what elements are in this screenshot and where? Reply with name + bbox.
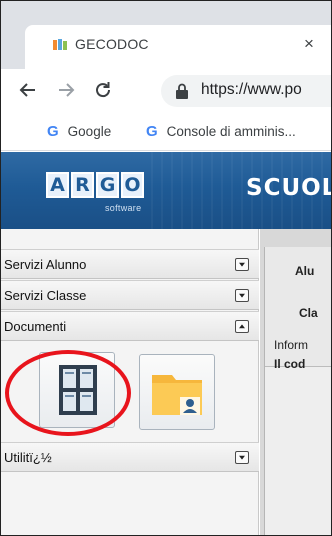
content-card: Alu Cla Inform Il cod	[264, 247, 331, 535]
bookmark-label: Google	[67, 124, 112, 139]
tab-gecodoc[interactable]: GECODOC ×	[25, 25, 331, 69]
site-header: A R G O software SCUOLA	[1, 152, 331, 229]
main-content: Alu Cla Inform Il cod	[260, 229, 331, 535]
browser-window: GECODOC × https://www.po G Google G Cons…	[0, 0, 332, 536]
tab-close-icon[interactable]: ×	[300, 34, 318, 54]
reload-icon	[96, 82, 111, 98]
document-grid-button[interactable]	[39, 352, 115, 428]
address-bar[interactable]: https://www.po	[161, 75, 331, 107]
content-code-text: Il cod	[274, 357, 306, 371]
url-text: https://www.po	[201, 81, 302, 98]
content-label-alunno: Alu	[295, 264, 315, 278]
accordion-label: Utilitï¿½	[4, 450, 52, 465]
logo-letter: R	[71, 172, 94, 198]
google-icon: G	[146, 123, 158, 140]
logo-subtitle: software	[105, 203, 142, 213]
forward-button[interactable]	[53, 77, 79, 103]
user-folder-button[interactable]	[139, 354, 215, 430]
accordion-label: Servizi Alunno	[4, 257, 87, 272]
accordion-servizi-classe[interactable]: Servizi Classe	[1, 280, 259, 310]
accordion-servizi-alunno[interactable]: Servizi Alunno	[1, 249, 259, 279]
arrow-left-icon	[19, 83, 35, 97]
content-label-classe: Cla	[299, 306, 318, 320]
gecodoc-favicon-icon	[53, 39, 67, 50]
argo-logo: A R G O	[46, 172, 144, 198]
chevron-up-icon[interactable]	[235, 320, 249, 333]
browser-toolbar: https://www.po	[1, 69, 331, 113]
logo-letter: G	[96, 172, 119, 198]
google-icon: G	[47, 123, 59, 140]
grid-document-icon	[59, 365, 97, 415]
chevron-down-icon[interactable]	[235, 258, 249, 271]
bookmark-console[interactable]: G Console di amminis...	[146, 123, 296, 140]
chevron-down-icon[interactable]	[235, 451, 249, 464]
documenti-panel	[1, 342, 259, 442]
tab-strip: GECODOC ×	[1, 1, 331, 69]
tab-title: GECODOC	[75, 36, 149, 52]
logo-letter: O	[121, 172, 144, 198]
user-folder-icon	[152, 375, 202, 415]
back-button[interactable]	[15, 77, 41, 103]
accordion-label: Servizi Classe	[4, 288, 87, 303]
accordion-utilita[interactable]: Utilitï¿½	[1, 442, 259, 472]
header-title: SCUOLA	[246, 175, 331, 201]
lock-icon	[176, 83, 188, 99]
bookmark-label: Console di amminis...	[166, 124, 296, 139]
logo-letter: A	[46, 172, 69, 198]
reload-button[interactable]	[90, 77, 116, 103]
bookmark-google[interactable]: G Google	[47, 123, 111, 140]
accordion-label: Documenti	[4, 319, 67, 334]
chevron-down-icon[interactable]	[235, 289, 249, 302]
arrow-right-icon	[59, 83, 75, 97]
accordion-documenti[interactable]: Documenti	[1, 311, 259, 341]
bookmarks-bar: G Google G Console di amminis...	[1, 113, 331, 151]
content-info-text: Inform	[274, 338, 309, 352]
